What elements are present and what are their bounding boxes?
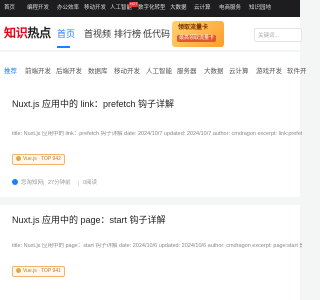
topbar-item-office[interactable]: 办公效率 [57,0,79,17]
promo-line-1: 领取流量卡 [178,25,209,31]
meta-divider [43,181,44,186]
topbar-item-programming[interactable]: 编程开发 [27,0,49,17]
category-mobile[interactable]: 移动开发 [114,68,140,76]
article-time: 27分钟前 [48,180,71,186]
site-logo[interactable]: 知识热点 [4,26,51,40]
article-views: 0阅读 [83,180,98,186]
tag-icon [16,155,21,161]
category-ai[interactable]: 人工智能 [146,68,172,76]
category-recommend[interactable]: 推荐 [4,68,17,76]
category-bar: 推荐 前端开发 后端开发 数据库 移动开发 人工智能 服务器 大数据 云计算 游… [0,52,307,89]
author-avatar-icon [12,179,18,185]
topbar-item-cloud[interactable]: 云计算 [194,0,211,17]
site-header: 知识热点 首页 首视频 排行榜 低代码 领取流量卡 最高领取流量卡 关键词... [0,17,302,50]
article-tag[interactable]: Vue.js · TOP 942 [12,154,65,165]
article-title[interactable]: Nuxt.js 应用中的 page：start 钩子详解 [12,215,166,226]
article-card[interactable]: Nuxt.js 应用中的 page：start 钩子详解 title: Nuxt… [0,205,302,300]
article-author[interactable]: 您淘知网 [21,179,43,187]
search-input[interactable]: 关键词... [254,28,302,42]
nav-home[interactable]: 首页 [57,28,75,40]
article-excerpt: title: Nuxt.js 应用中的 page：start 钩子详解 date… [12,243,302,249]
tag-label: Vue.js · TOP 941 [23,268,61,274]
topbar-item-ecommerce[interactable]: 电商服务 [219,0,241,17]
category-cloud[interactable]: 云计算 [229,68,249,76]
article-excerpt: title: Nuxt.js 应用中的 link：prefetch 钩子详解 d… [12,131,302,137]
topbar-item-digital[interactable]: 数字化转型 [138,0,166,17]
tag-icon [16,267,21,273]
category-database[interactable]: 数据库 [88,68,108,76]
tag-label: Vue.js · TOP 942 [23,156,61,162]
topbar-item-home[interactable]: 首页 [4,0,15,17]
logo-text-1: 知识 [4,26,28,40]
logo-text-2: 热点 [27,26,51,40]
promo-line-2: 最高领取流量卡 [177,35,217,42]
topbar-item-mobile[interactable]: 移动开发 [84,0,106,17]
hot-badge: HOT [129,2,139,7]
article-title[interactable]: Nuxt.js 应用中的 link：prefetch 钩子详解 [12,99,174,110]
nav-lowcode[interactable]: 低代码 [143,28,170,40]
nav-video[interactable]: 首视频 [84,28,111,40]
category-backend[interactable]: 后端开发 [56,68,82,76]
meta-divider [78,181,79,186]
promo-banner[interactable]: 领取流量卡 最高领取流量卡 [172,21,224,47]
article-card[interactable]: Nuxt.js 应用中的 link：prefetch 钩子详解 title: N… [0,89,302,197]
category-frontend[interactable]: 前端开发 [25,68,51,76]
topbar-item-bigdata[interactable]: 大数据 [170,0,187,17]
topbar-item-knowledge[interactable]: 知识园地 [249,0,271,17]
nav-ranking[interactable]: 排行榜 [114,28,141,40]
article-meta: 您淘知网 27分钟前 0阅读 [12,179,97,187]
category-bigdata[interactable]: 大数据 [204,68,224,76]
top-category-bar: 首页 编程开发 办公效率 移动开发 人工智能 HOT 数字化转型 大数据 云计算… [0,0,300,17]
article-tag[interactable]: Vue.js · TOP 941 [12,266,65,277]
category-server[interactable]: 服务器 [177,68,197,76]
category-game[interactable]: 游戏开发 [256,68,282,76]
category-software[interactable]: 软件开 [287,68,307,76]
nav-active-indicator [57,46,70,48]
